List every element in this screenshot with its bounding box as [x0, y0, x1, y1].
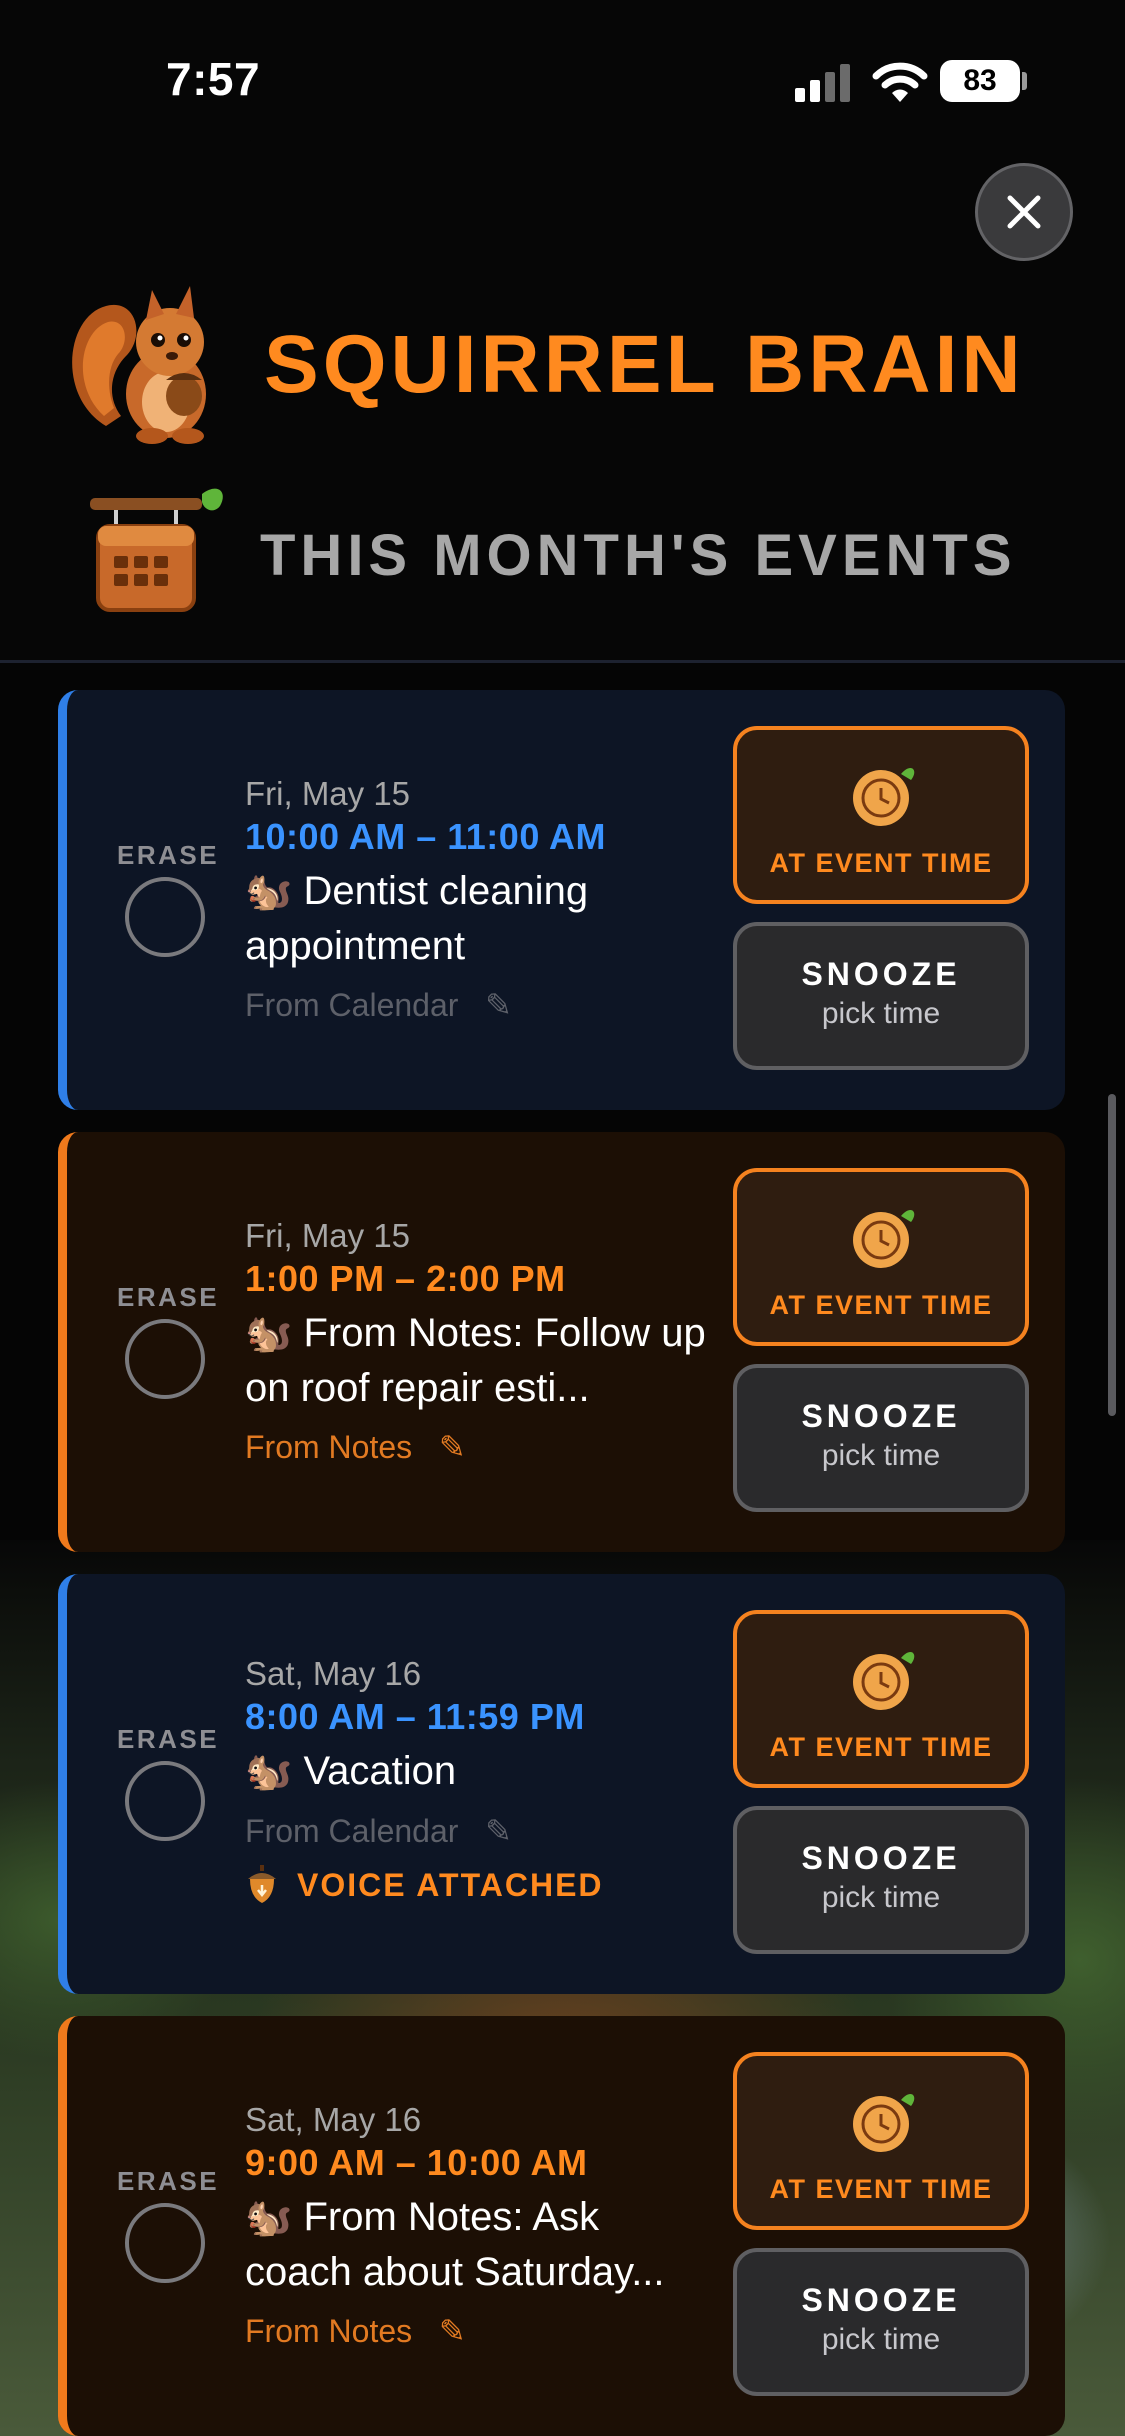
voice-attached-label: VOICE ATTACHED	[297, 1866, 604, 1903]
erase-checkbox[interactable]	[125, 877, 205, 957]
snooze-button[interactable]: SNOOZE pick time	[733, 2248, 1029, 2396]
edit-pencil-icon[interactable]: ✎	[485, 1813, 512, 1849]
snooze-sublabel: pick time	[821, 1439, 941, 1472]
calendar-sign-icon	[90, 488, 223, 612]
snooze-label: SNOOZE	[801, 1398, 961, 1434]
snooze-button[interactable]: SNOOZE pick time	[733, 1806, 1029, 1954]
event-date: Sat, May 16	[245, 1655, 422, 1692]
event-source-text: From Calendar	[245, 987, 459, 1023]
event-card: ERASE Sat, May 16 8:00 AM – 11:59 PM 🐿️ …	[58, 1574, 1065, 1994]
at-event-time-label: AT EVENT TIME	[769, 848, 993, 878]
at-event-time-label: AT EVENT TIME	[769, 1732, 993, 1762]
snooze-label: SNOOZE	[801, 956, 961, 992]
erase-checkbox[interactable]	[125, 2203, 205, 2283]
event-time-range: 10:00 AM – 11:00 AM	[245, 816, 606, 857]
status-time: 7:57	[166, 53, 261, 105]
snooze-label: SNOOZE	[801, 1840, 961, 1876]
screen: 7:57 83 SQUIRREL BRAIN THIS MONTH'S EVEN…	[0, 0, 1125, 2436]
event-card: ERASE Sat, May 16 9:00 AM – 10:00 AM 🐿️ …	[58, 2016, 1065, 2436]
event-source: From Notes ✎	[245, 1421, 715, 1473]
squirrel-logo-icon	[72, 286, 206, 444]
event-title-text: Vacation	[303, 1749, 457, 1793]
erase-label: ERASE	[117, 840, 220, 870]
event-title-text: From Notes: Ask coach about Saturday...	[245, 2195, 665, 2294]
edit-pencil-icon[interactable]: ✎	[439, 2313, 466, 2349]
event-card: ERASE Fri, May 15 10:00 AM – 11:00 AM 🐿️…	[58, 690, 1065, 1110]
event-info[interactable]: Fri, May 15 10:00 AM – 11:00 AM 🐿️ Denti…	[245, 774, 715, 1031]
event-source: From Calendar ✎	[245, 979, 715, 1031]
alarm-clock-icon	[853, 1651, 915, 1710]
header: 7:57 83 SQUIRREL BRAIN THIS MONTH'S EVEN…	[0, 0, 1125, 662]
battery-indicator: 83	[940, 60, 1020, 102]
event-card: ERASE Fri, May 15 1:00 PM – 2:00 PM 🐿️ F…	[58, 1132, 1065, 1552]
voice-attached-indicator[interactable]: VOICE ATTACHED	[245, 1865, 715, 1905]
event-title: 🐿️ From Notes: Ask coach about Saturday.…	[245, 2190, 715, 2299]
acorn-icon	[248, 1865, 276, 1903]
scrollbar[interactable]	[1108, 1094, 1116, 1416]
at-event-time-label: AT EVENT TIME	[769, 2174, 993, 2204]
event-info[interactable]: Sat, May 16 9:00 AM – 10:00 AM 🐿️ From N…	[245, 2100, 715, 2357]
erase-checkbox[interactable]	[125, 1319, 205, 1399]
edit-pencil-icon[interactable]: ✎	[439, 1429, 466, 1465]
event-time-range: 1:00 PM – 2:00 PM	[245, 1258, 566, 1299]
header-divider	[0, 660, 1125, 663]
event-time-range: 8:00 AM – 11:59 PM	[245, 1696, 585, 1737]
at-event-time-button[interactable]: AT EVENT TIME	[733, 2052, 1029, 2230]
event-info[interactable]: Fri, May 15 1:00 PM – 2:00 PM 🐿️ From No…	[245, 1216, 715, 1473]
alarm-clock-icon	[853, 1209, 915, 1268]
snooze-sublabel: pick time	[821, 997, 941, 1030]
chipmunk-emoji-icon: 🐿️	[245, 1313, 293, 1355]
event-title: 🐿️ Vacation	[245, 1744, 715, 1799]
at-event-time-button[interactable]: AT EVENT TIME	[733, 726, 1029, 904]
erase-label: ERASE	[117, 1282, 220, 1312]
event-source: From Notes ✎	[245, 2305, 715, 2357]
event-title-text: Dentist cleaning appointment	[245, 869, 589, 968]
event-title: 🐿️ Dentist cleaning appointment	[245, 864, 715, 973]
event-source-text: From Notes	[245, 1429, 413, 1465]
event-title-text: From Notes: Follow up on roof repair est…	[245, 1311, 706, 1410]
close-button[interactable]	[975, 163, 1073, 261]
event-date: Fri, May 15	[245, 1217, 411, 1254]
chipmunk-emoji-icon: 🐿️	[245, 2197, 293, 2239]
snooze-sublabel: pick time	[821, 1881, 941, 1914]
close-icon	[1007, 195, 1041, 229]
chipmunk-emoji-icon: 🐿️	[245, 871, 293, 913]
event-source-text: From Notes	[245, 2313, 413, 2349]
section-title: THIS MONTH'S EVENTS	[260, 523, 1017, 588]
event-source: From Calendar ✎	[245, 1805, 715, 1857]
snooze-button[interactable]: SNOOZE pick time	[733, 922, 1029, 1070]
snooze-sublabel: pick time	[821, 2323, 941, 2356]
status-bar: 7:57 83	[0, 0, 1125, 160]
erase-label: ERASE	[117, 1724, 220, 1754]
wifi-icon	[872, 62, 928, 102]
erase-checkbox[interactable]	[125, 1761, 205, 1841]
snooze-button[interactable]: SNOOZE pick time	[733, 1364, 1029, 1512]
chipmunk-emoji-icon: 🐿️	[245, 1751, 293, 1793]
event-date: Sat, May 16	[245, 2101, 422, 2138]
at-event-time-button[interactable]: AT EVENT TIME	[733, 1168, 1029, 1346]
event-time-range: 9:00 AM – 10:00 AM	[245, 2142, 588, 2183]
at-event-time-label: AT EVENT TIME	[769, 1290, 993, 1320]
event-date: Fri, May 15	[245, 775, 411, 812]
at-event-time-button[interactable]: AT EVENT TIME	[733, 1610, 1029, 1788]
event-title: 🐿️ From Notes: Follow up on roof repair …	[245, 1306, 715, 1415]
alarm-clock-icon	[853, 2093, 915, 2152]
erase-label: ERASE	[117, 2166, 220, 2196]
event-info[interactable]: Sat, May 16 8:00 AM – 11:59 PM 🐿️ Vacati…	[245, 1654, 715, 1905]
edit-pencil-icon[interactable]: ✎	[485, 987, 512, 1023]
cellular-signal-icon	[795, 62, 851, 102]
battery-tip	[1022, 72, 1027, 90]
alarm-clock-icon	[853, 767, 915, 826]
app-title: SQUIRREL BRAIN	[264, 319, 1025, 410]
event-source-text: From Calendar	[245, 1813, 459, 1849]
snooze-label: SNOOZE	[801, 2282, 961, 2318]
